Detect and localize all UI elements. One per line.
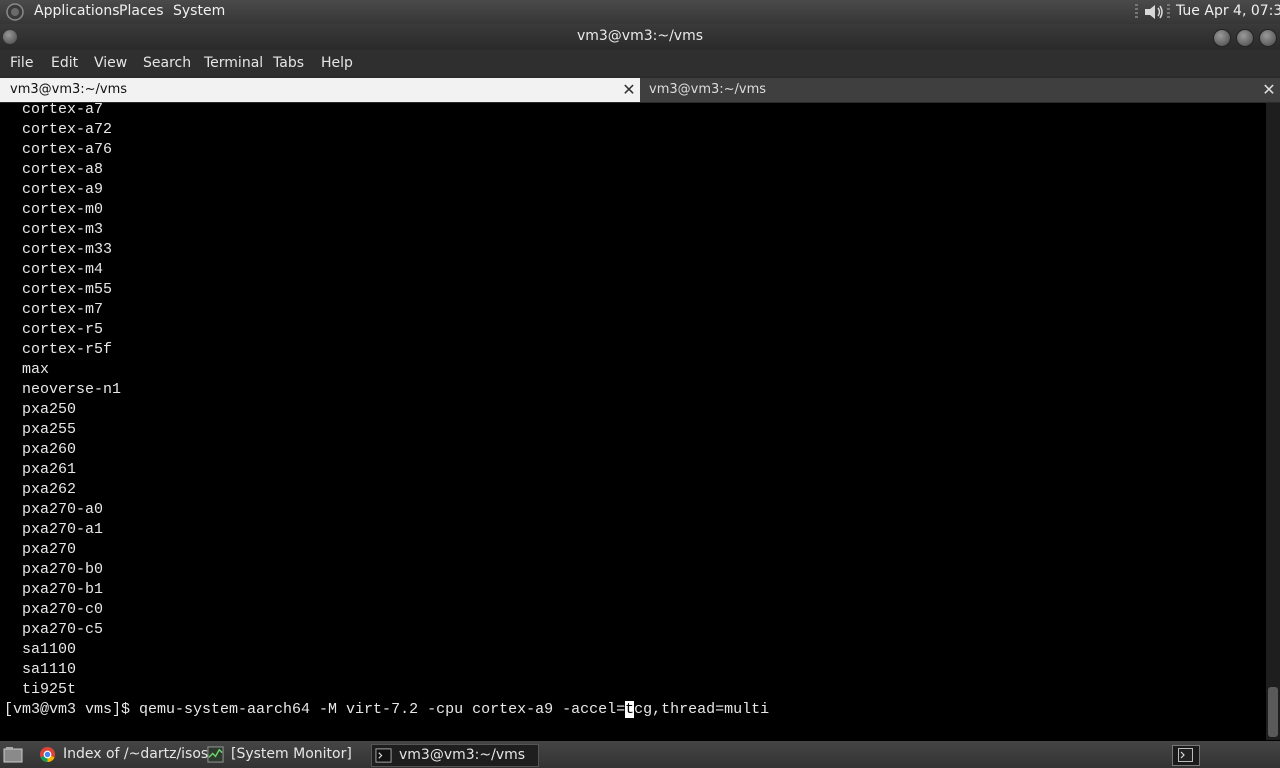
terminal-icon	[375, 748, 392, 763]
panel-menu-applications[interactable]: Applications	[34, 3, 120, 19]
command-prompt-line[interactable]: [vm3@vm3 vms]$ qemu-system-aarch64 -M vi…	[4, 700, 769, 720]
terminal-output-line: cortex-m55	[4, 281, 113, 298]
scrollbar-thumb[interactable]	[1268, 687, 1278, 737]
terminal-output-line: cortex-a7	[4, 103, 104, 118]
terminal-output-line: cortex-a72	[4, 121, 113, 138]
terminal-output-line: neoverse-n1	[4, 381, 122, 398]
panel-menu-system[interactable]: System	[173, 3, 225, 19]
terminal-output-line: pxa270-c5	[4, 621, 104, 638]
taskbar-label: [System Monitor]	[231, 746, 352, 762]
taskbar-item-system-monitor[interactable]: [System Monitor]	[204, 744, 364, 765]
show-desktop-icon[interactable]	[3, 746, 23, 763]
gnome-foot-icon[interactable]	[5, 2, 25, 22]
minimize-button[interactable]	[1213, 29, 1231, 47]
panel-separator	[1135, 4, 1138, 20]
text-cursor: t	[625, 701, 635, 718]
terminal-output-line: cortex-a76	[4, 141, 113, 158]
command-text: [vm3@vm3 vms]$ qemu-system-aarch64 -M vi…	[4, 701, 626, 718]
taskbar-label: vm3@vm3:~/vms	[399, 747, 526, 763]
terminal-output-line: cortex-m3	[4, 221, 104, 238]
terminal-output-line: pxa270-b0	[4, 561, 104, 578]
tab-close-icon[interactable]: ✕	[621, 80, 637, 99]
terminal-output-line: pxa270-b1	[4, 581, 104, 598]
terminal-output-line: pxa261	[4, 461, 77, 478]
panel-menu-places[interactable]: Places	[119, 3, 164, 19]
window-titlebar[interactable]: vm3@vm3:~/vms	[0, 24, 1280, 50]
terminal-output-line: pxa270	[4, 541, 77, 558]
terminal-output-line: pxa262	[4, 481, 77, 498]
volume-icon[interactable]	[1143, 2, 1165, 22]
terminal-scrollbar[interactable]	[1266, 103, 1280, 740]
maximize-button[interactable]	[1236, 29, 1254, 47]
top-panel: Applications Places System Tue Apr 4, 07…	[0, 0, 1280, 24]
menu-terminal[interactable]: Terminal	[204, 55, 263, 71]
tab-label: vm3@vm3:~/vms	[10, 82, 128, 97]
terminal-output-line: cortex-a8	[4, 161, 104, 178]
terminal-output-line: cortex-m4	[4, 261, 104, 278]
menubar: File Edit View Search Terminal Tabs Help	[0, 50, 1280, 76]
terminal-output-line: cortex-m0	[4, 201, 104, 218]
menu-search[interactable]: Search	[143, 55, 191, 71]
close-button[interactable]	[1259, 29, 1277, 47]
terminal-output-line: cortex-m7	[4, 301, 104, 318]
tab-terminal-1[interactable]: vm3@vm3:~/vms ✕	[0, 78, 640, 102]
menu-tabs[interactable]: Tabs	[273, 55, 304, 71]
terminal-output-line: sa1100	[4, 641, 77, 658]
terminal-output-line: pxa250	[4, 401, 77, 418]
terminal-output[interactable]: cortex-a7 cortex-a72 cortex-a76 cortex-a…	[0, 103, 1266, 740]
command-text-rest: cg,thread=multi	[634, 701, 770, 718]
menu-help[interactable]: Help	[321, 55, 353, 71]
terminal-output-line: cortex-m33	[4, 241, 113, 258]
terminal-output-line: pxa270-c0	[4, 601, 104, 618]
terminal-output-line: pxa270-a0	[4, 501, 104, 518]
terminal-output-line: cortex-r5f	[4, 341, 113, 358]
taskbar-item-terminal[interactable]: vm3@vm3:~/vms	[371, 744, 539, 767]
terminal-output-line: pxa255	[4, 421, 77, 438]
taskbar-item-browser[interactable]: Index of /~dartz/isos…	[36, 744, 222, 765]
terminal-output-line: pxa270-a1	[4, 521, 104, 538]
window-title: vm3@vm3:~/vms	[576, 28, 704, 44]
workspace-switcher[interactable]	[1172, 745, 1200, 766]
terminal-icon	[1178, 748, 1193, 762]
terminal-output-line: cortex-r5	[4, 321, 104, 338]
menu-view[interactable]: View	[94, 55, 127, 71]
tab-label: vm3@vm3:~/vms	[649, 82, 767, 97]
system-monitor-icon	[207, 746, 224, 763]
terminal-output-line: max	[4, 361, 50, 378]
bottom-panel: Index of /~dartz/isos… [System Monitor] …	[0, 741, 1280, 768]
menu-file[interactable]: File	[10, 55, 33, 71]
panel-separator	[1167, 4, 1170, 20]
terminal-output-line: cortex-a9	[4, 181, 104, 198]
terminal-output-line: ti925t	[4, 681, 77, 698]
terminal-output-line: pxa260	[4, 441, 77, 458]
tab-bar: vm3@vm3:~/vms ✕ vm3@vm3:~/vms ✕	[0, 76, 1280, 103]
terminal-output-line: sa1110	[4, 661, 77, 678]
chrome-icon	[39, 746, 56, 763]
clock[interactable]: Tue Apr 4, 07:35	[1176, 3, 1280, 19]
taskbar-label: Index of /~dartz/isos…	[63, 746, 223, 762]
tab-close-icon[interactable]: ✕	[1261, 80, 1277, 99]
menu-edit[interactable]: Edit	[51, 55, 78, 71]
tab-terminal-2[interactable]: vm3@vm3:~/vms ✕	[640, 78, 1280, 102]
